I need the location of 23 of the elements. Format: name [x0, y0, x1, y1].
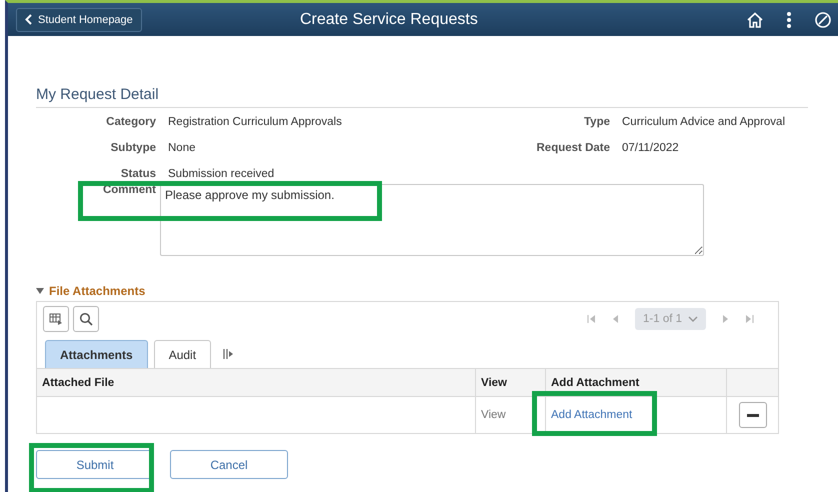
column-header: View — [476, 368, 546, 396]
field-value: Submission received — [168, 168, 276, 180]
add-attachment-link[interactable]: Add Attachment — [551, 409, 632, 421]
field-value: Curriculum Advice and Approval — [622, 116, 786, 128]
field-label: Category — [105, 116, 156, 128]
back-button[interactable]: Student Homepage — [16, 8, 142, 32]
form-button[interactable]: Cancel — [170, 450, 288, 479]
field-label: Type — [583, 116, 610, 128]
field-value: 07/11/2022 — [622, 142, 680, 154]
section-title: File Attachments — [49, 284, 146, 298]
table-cell: View — [476, 396, 546, 433]
field-label: Request Date — [536, 142, 610, 154]
field-label: Status — [120, 168, 156, 180]
field-label: Comment — [102, 184, 156, 198]
section-title: My Request Detail — [36, 86, 808, 108]
tab[interactable]: Attachments — [45, 340, 148, 368]
field-label: Subtype — [110, 142, 156, 154]
tab[interactable]: Audit — [154, 340, 212, 368]
page-title: Create Service Requests — [298, 10, 479, 28]
field-value: Registration Curriculum Approvals — [168, 116, 343, 128]
comment-field[interactable]: Please approve my submission. — [160, 184, 704, 256]
column-header: Attached File — [37, 368, 476, 396]
field-value: None — [168, 142, 196, 154]
